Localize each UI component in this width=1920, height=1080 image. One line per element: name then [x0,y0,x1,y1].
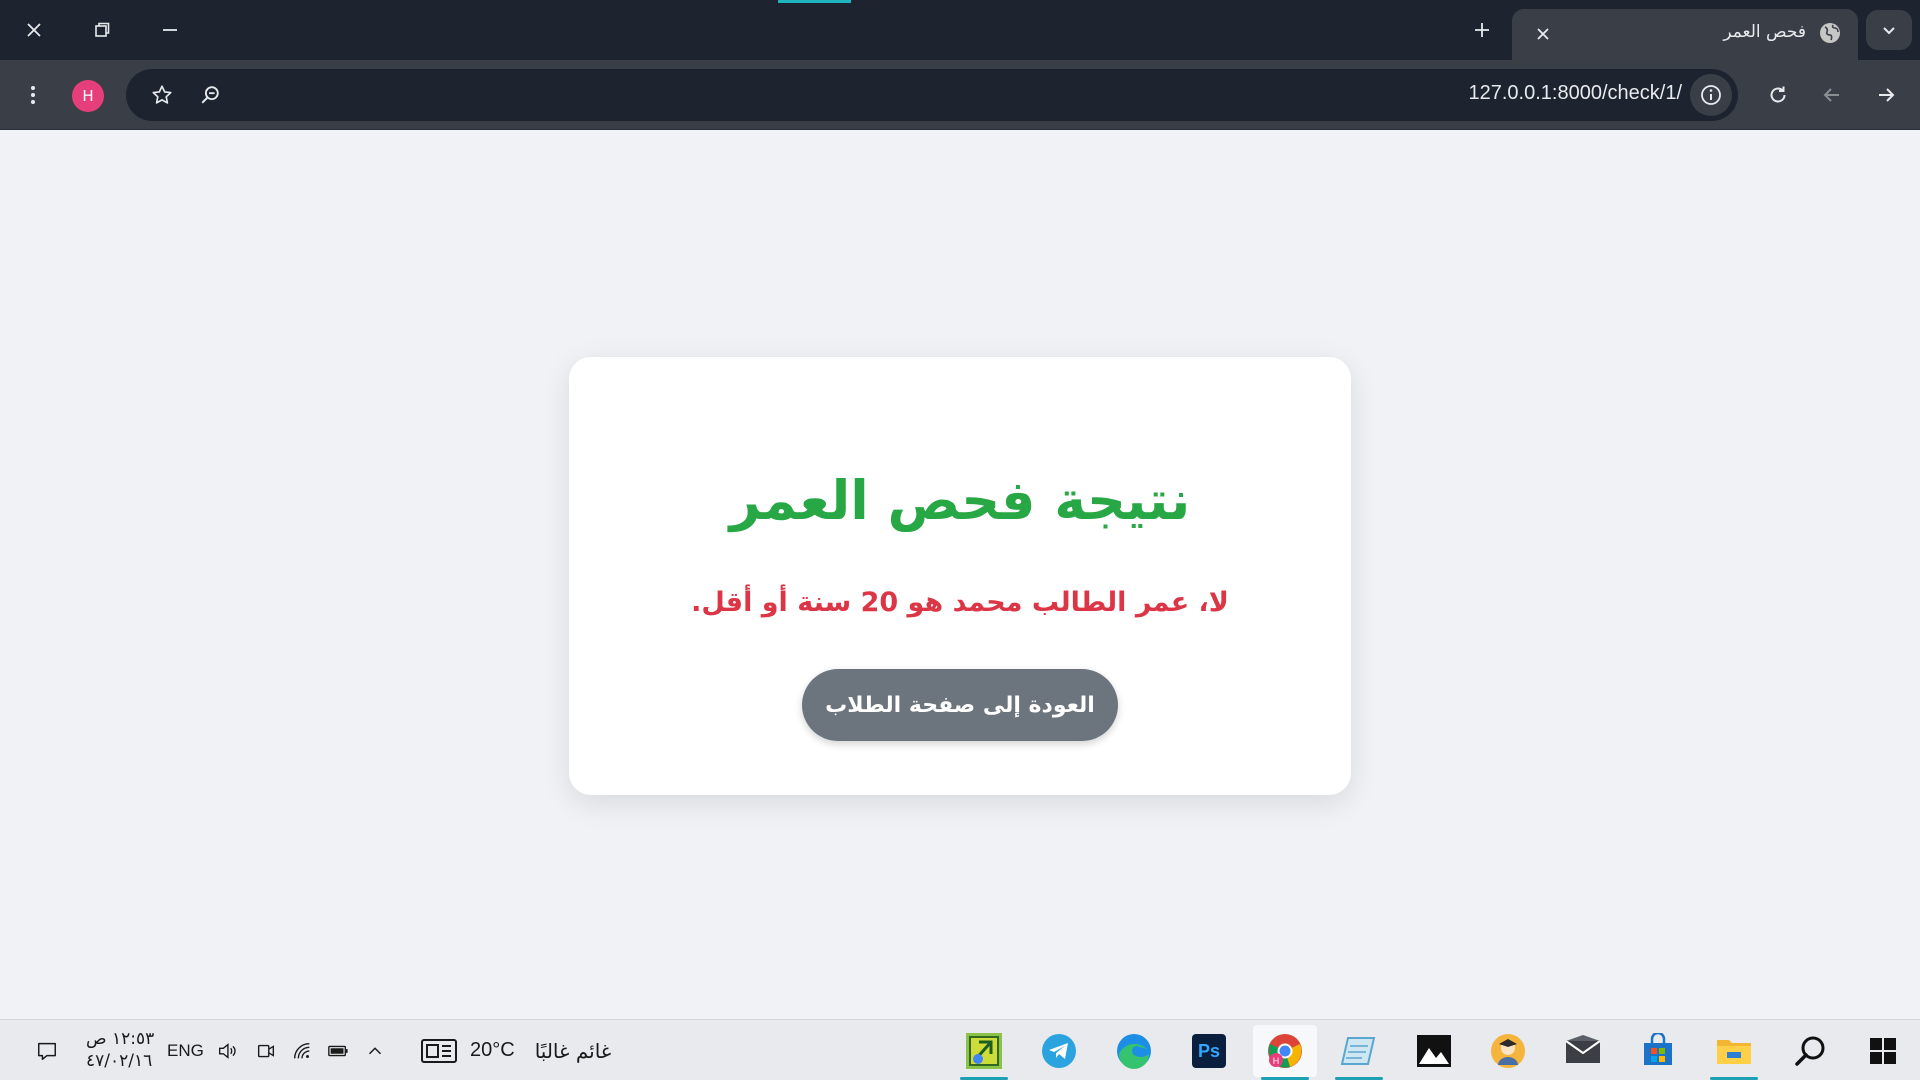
battery-button[interactable] [327,1020,349,1080]
star-icon [152,85,172,104]
back-to-students-button[interactable]: العودة إلى صفحة الطلاب [802,669,1118,741]
arrow-right-icon [1879,88,1895,102]
window-close-button[interactable] [8,8,60,52]
back-nav-button[interactable] [1812,75,1852,115]
bookmark-button[interactable] [146,79,178,111]
windows-taskbar: ١٢:٥٣ ص ٤٧/٠٢/١٦ ENG 20°C غائم غالبًا H … [0,1019,1920,1080]
result-card: نتيجة فحص العمر لا، عمر الطالب محمد هو 2… [569,357,1351,795]
clock-date: ٤٧/٠٢/١٦ [86,1051,153,1071]
camera-icon [257,1044,275,1057]
notepad-button[interactable] [1329,1025,1389,1080]
browser-tab-active[interactable]: فحص العمر [1512,9,1858,60]
show-hidden-icons-button[interactable] [364,1020,386,1080]
loading-indicator [778,0,851,3]
mail-button[interactable] [1553,1025,1613,1077]
battery-icon [328,1045,348,1056]
tab-close-button[interactable] [1530,21,1556,47]
search-taskbar-button[interactable] [1781,1025,1841,1077]
svg-text:H: H [1273,1056,1280,1066]
chevron-down-icon [1883,27,1895,35]
tab-title: فحص العمر [1723,22,1806,42]
news-icon [421,1038,457,1063]
edge-button[interactable] [1104,1025,1164,1077]
clock-time: ١٢:٥٣ ص [86,1029,155,1049]
mail-icon [1565,1035,1601,1063]
language-indicator[interactable]: ENG [167,1020,204,1080]
zoom-button[interactable] [194,79,226,111]
reload-button[interactable] [1758,75,1798,115]
tab-search-button[interactable] [1866,10,1912,50]
browser-titlebar: فحص العمر [0,0,1920,60]
search-icon [1795,1036,1825,1066]
page-title: نتيجة فحص العمر [729,469,1191,532]
edge-icon [1117,1034,1151,1069]
globe-icon [1818,21,1844,47]
microsoft-store-button[interactable] [1628,1025,1688,1077]
chrome-button[interactable]: H [1253,1025,1317,1080]
window-restore-button[interactable] [76,8,128,52]
avatar-app-icon [1491,1034,1525,1068]
wifi-icon [293,1042,310,1058]
kebab-menu-icon [31,86,35,104]
tool-app-icon [966,1033,1002,1069]
file-explorer-button[interactable] [1704,1025,1764,1080]
page-viewport: نتيجة فحص العمر لا، عمر الطالب محمد هو 2… [0,131,1920,1019]
chrome-icon: H [1268,1034,1302,1068]
photoshop-button[interactable]: Ps [1179,1025,1239,1077]
forward-nav-button[interactable] [1866,75,1906,115]
file-explorer-icon [1717,1040,1751,1064]
notifications-button[interactable] [36,1020,58,1080]
site-info-button[interactable] [1690,74,1732,116]
address-bar[interactable]: 127.0.0.1:8000/check/1/ [126,69,1738,121]
windows-start-icon [1870,1038,1896,1064]
close-icon [27,23,41,37]
windows-start-button[interactable] [1853,1025,1913,1077]
microsoft-store-icon [1644,1033,1672,1065]
url-text[interactable]: 127.0.0.1:8000/check/1/ [1469,82,1683,105]
browser-menu-button[interactable] [13,75,53,115]
restore-icon [95,22,110,37]
zoom-out-icon [201,86,219,104]
window-minimize-button[interactable] [144,8,196,52]
camera-tray-button[interactable] [255,1020,277,1080]
weather-widget[interactable]: 20°C غائم غالبًا [420,1020,611,1080]
minimize-icon [163,29,177,31]
plus-icon [1475,23,1489,37]
photoshop-icon: Ps [1192,1034,1226,1068]
browser-toolbar: H 127.0.0.1:8000/check/1/ [0,60,1920,130]
speaker-icon [218,1042,236,1059]
system-clock[interactable]: ١٢:٥٣ ص ٤٧/٠٢/١٦ [86,1028,154,1072]
photos-icon [1417,1035,1451,1067]
photos-button[interactable] [1404,1025,1464,1077]
avatar-app-button[interactable] [1478,1025,1538,1077]
wifi-button[interactable] [291,1020,313,1080]
reload-icon [1770,86,1786,103]
telegram-button[interactable] [1029,1025,1089,1077]
weather-temp: 20°C [470,1039,515,1061]
result-message: لا، عمر الطالب محمد هو 20 سنة أو أقل. [691,587,1229,618]
telegram-icon [1042,1034,1076,1068]
volume-button[interactable] [216,1020,238,1080]
profile-avatar[interactable]: H [72,80,104,112]
tool-app-button[interactable] [954,1025,1014,1080]
notification-icon [38,1042,56,1060]
chevron-up-icon [368,1046,382,1054]
info-icon [1701,85,1721,105]
new-tab-button[interactable] [1460,10,1504,50]
weather-condition: غائم غالبًا [534,1038,612,1063]
arrow-left-icon [1823,88,1839,102]
close-icon [1537,28,1549,40]
notepad-icon [1340,1037,1376,1065]
